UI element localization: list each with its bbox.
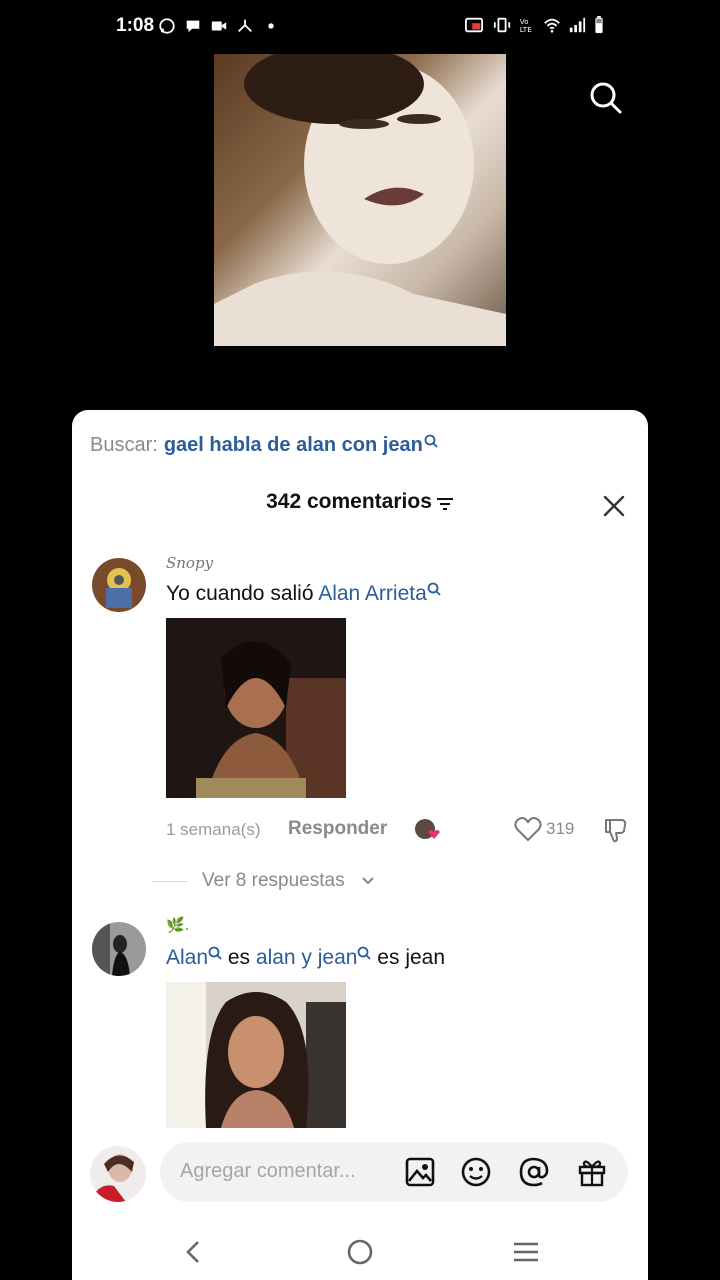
search-small-icon (208, 946, 222, 960)
view-replies-button[interactable]: Ver 8 respuestas (152, 866, 452, 896)
emoji-icon[interactable] (460, 1156, 492, 1188)
comments-count-title: 342 comentarios (266, 490, 432, 513)
search-prefix: Buscar: (90, 434, 158, 456)
gift-icon[interactable] (576, 1156, 608, 1188)
heart-icon[interactable] (514, 816, 542, 842)
share-icon (238, 19, 252, 33)
sort-icon[interactable] (436, 496, 454, 512)
home-icon[interactable] (344, 1236, 376, 1268)
user-avatar[interactable] (90, 1146, 146, 1202)
cast-icon (465, 17, 483, 33)
chat-icon (186, 20, 200, 33)
search-small-icon (358, 946, 372, 960)
status-left-icons (158, 17, 280, 35)
comment-composer: Agregar comentar... (72, 1138, 648, 1218)
vibrate-icon (493, 17, 511, 33)
status-bar: 1:08 Vo LTE (0, 0, 720, 54)
dot-icon (268, 23, 274, 29)
mention-icon[interactable] (518, 1156, 550, 1188)
status-time: 1:08 (116, 15, 155, 36)
username[interactable]: Snopy (166, 554, 213, 572)
system-nav-bar (72, 1218, 648, 1280)
volte-icon: VoLTE (520, 17, 532, 34)
search-icon[interactable] (586, 78, 626, 118)
recents-icon[interactable] (510, 1236, 542, 1268)
wifi-icon (544, 18, 560, 33)
back-icon[interactable] (178, 1236, 210, 1268)
comment-text: Yo cuando salió Alan Arrieta (166, 582, 441, 606)
search-small-icon (427, 582, 441, 596)
avatar[interactable] (92, 922, 146, 976)
status-right-icons: Vo LTE (462, 16, 605, 34)
chevron-down-icon (362, 877, 374, 885)
comment-input-placeholder: Agregar comentar... (180, 1160, 356, 1182)
comment-image[interactable] (166, 982, 346, 1128)
comment-meta: 1 semana(s) Responder 319 (166, 816, 628, 846)
avatar[interactable] (92, 558, 146, 612)
close-icon[interactable] (600, 492, 628, 520)
sheet-header: 342 comentarios (72, 490, 648, 514)
comment-input[interactable]: Agregar comentar... (160, 1142, 628, 1202)
search-term[interactable]: gael habla de alan con jean (164, 434, 423, 456)
comment-time: 1 semana(s) (166, 820, 261, 839)
comment-text: Alan es alan y jean es jean (166, 946, 446, 969)
like-count: 319 (546, 819, 575, 838)
battery-icon (595, 16, 603, 34)
comments-sheet: Buscar: gael habla de alan con jean 342 c… (72, 410, 648, 1280)
video-icon (211, 21, 227, 31)
search-link[interactable]: alan y jean (256, 946, 358, 969)
video-thumbnail[interactable] (214, 54, 506, 346)
video-frame-art (214, 54, 506, 346)
view-replies-label: Ver 8 respuestas (202, 870, 345, 891)
whatsapp-icon (159, 18, 175, 34)
username[interactable]: 🌿. (166, 916, 189, 934)
search-small-icon (424, 434, 438, 448)
divider (152, 881, 188, 882)
signal-icon (569, 17, 586, 33)
comment-image[interactable] (166, 618, 346, 798)
search-link[interactable]: Alan (166, 946, 208, 969)
dislike-icon[interactable] (602, 816, 630, 844)
search-suggestion[interactable]: Buscar: gael habla de alan con jean (90, 434, 438, 457)
svg-text:LTE: LTE (520, 25, 532, 34)
search-link[interactable]: Alan Arrieta (318, 582, 427, 605)
reply-button[interactable]: Responder (288, 818, 387, 840)
creator-liked-icon (415, 819, 440, 839)
image-icon[interactable] (404, 1156, 436, 1188)
